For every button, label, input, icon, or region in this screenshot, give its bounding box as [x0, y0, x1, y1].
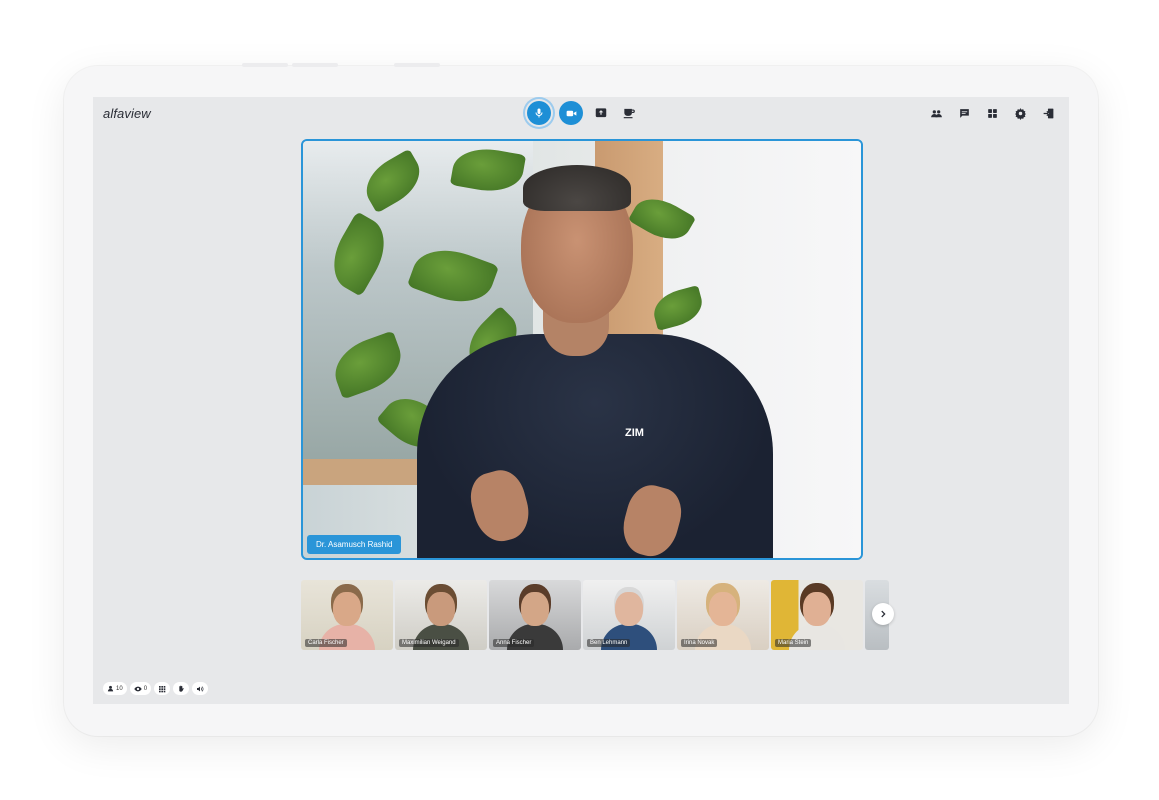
- viewer-count: 0: [143, 685, 148, 692]
- participant-face: [709, 592, 737, 626]
- device-button: [242, 63, 288, 67]
- speaker-name-tag: Dr. Asamusch Rashid: [307, 535, 402, 554]
- participant-tile[interactable]: Maria Stein: [771, 580, 863, 650]
- video-camera-icon: [566, 110, 576, 116]
- participant-count: 10: [116, 685, 123, 692]
- participant-name: Irina Novak: [681, 639, 718, 647]
- screen-share-button[interactable]: [591, 103, 611, 123]
- participant-name: Maximilian Weigand: [399, 639, 459, 647]
- screen-share-icon: [595, 108, 607, 118]
- participant-face: [803, 592, 831, 626]
- layout-button[interactable]: [983, 104, 1001, 122]
- participant-name: Maria Stein: [775, 639, 812, 647]
- layout-grid-icon: [987, 108, 997, 118]
- chat-button[interactable]: [955, 104, 973, 122]
- participant-tile[interactable]: Ben Lehmann: [583, 580, 675, 650]
- eye-icon: [134, 686, 142, 691]
- device-button: [292, 63, 338, 67]
- media-controls: [527, 101, 639, 125]
- speaker-volume-icon: [197, 685, 204, 692]
- speaker-hair: [523, 165, 631, 211]
- chat-icon: [959, 108, 969, 118]
- person-icon: [107, 685, 114, 692]
- participant-tile[interactable]: Maximilian Weigand: [395, 580, 487, 650]
- microphone-icon: [535, 108, 543, 118]
- chevron-right-icon: [881, 610, 886, 618]
- leave-room-icon: [1043, 108, 1053, 118]
- settings-gear-icon: [1014, 107, 1026, 120]
- next-participants-button[interactable]: [872, 603, 894, 625]
- participant-tile[interactable]: Carla Fischer: [301, 580, 393, 650]
- participant-tile[interactable]: Anna Fischer: [489, 580, 581, 650]
- speaker-video[interactable]: ZIM Dr. Asamusch Rashid: [301, 139, 863, 560]
- room-controls: [927, 104, 1057, 122]
- coffee-break-button[interactable]: [619, 103, 639, 123]
- participant-face: [427, 592, 455, 626]
- participant-count-pill[interactable]: 10: [103, 682, 127, 695]
- participants-button[interactable]: [927, 104, 945, 122]
- keypad-button[interactable]: [154, 682, 171, 695]
- app-logo: alfaview: [103, 106, 151, 121]
- participant-face: [333, 592, 361, 626]
- participant-strip: Carla Fischer Maximilian Weigand Anna Fi…: [301, 580, 891, 650]
- microphone-button[interactable]: [527, 101, 551, 125]
- settings-button[interactable]: [1011, 104, 1029, 122]
- participants-icon: [930, 109, 942, 117]
- participant-face: [615, 592, 643, 626]
- viewer-count-pill[interactable]: 0: [129, 682, 152, 695]
- participant-name: Carla Fischer: [305, 639, 347, 647]
- camera-button[interactable]: [559, 101, 583, 125]
- participant-tile[interactable]: Irina Novak: [677, 580, 769, 650]
- participant-name: Anna Fischer: [493, 639, 535, 647]
- hand-icon: [179, 685, 184, 692]
- app-screen: alfaview ZIM Dr. Asamusch Rashid Carla F…: [93, 97, 1069, 704]
- participant-name: Ben Lehmann: [587, 639, 631, 647]
- grid-icon: [159, 685, 166, 692]
- speaker-torso: [417, 334, 773, 558]
- coffee-break-icon: [623, 108, 635, 119]
- raise-hand-button[interactable]: [173, 682, 190, 695]
- status-bar: 10 0: [103, 682, 209, 695]
- device-button: [394, 63, 440, 67]
- audio-output-button[interactable]: [192, 682, 209, 695]
- participant-face: [521, 592, 549, 626]
- shirt-logo: ZIM: [625, 427, 644, 439]
- leave-button[interactable]: [1039, 104, 1057, 122]
